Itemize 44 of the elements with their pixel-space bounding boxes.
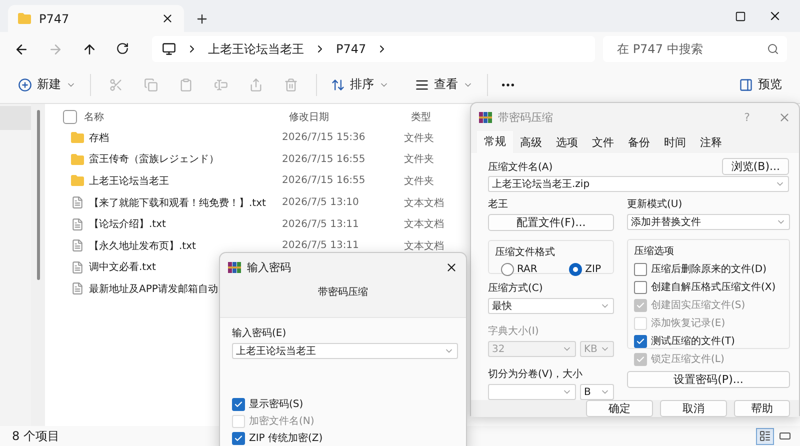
item-count: 8 个项目 bbox=[12, 428, 60, 444]
checkbox-label: 加密文件名(N) bbox=[249, 414, 314, 428]
field-label: 压缩方式(C) bbox=[488, 282, 544, 295]
radio-label: RAR bbox=[517, 264, 538, 275]
field-label: 老王 bbox=[488, 198, 509, 211]
type-cell-text: 文件夹 bbox=[404, 174, 435, 188]
file-name: 【来了就能下载和观看！纯免费！】.txt bbox=[89, 196, 266, 210]
file-name: 上老王论坛当老王 bbox=[89, 174, 169, 188]
field-label: 输入密码(E) bbox=[232, 326, 288, 340]
file-name: 存档 bbox=[89, 132, 109, 145]
checkbox-label: 创建自解压格式压缩文件(X) bbox=[651, 280, 776, 294]
date-cell-text: 2026/7/5 13:11 bbox=[282, 240, 360, 252]
checkbox-label: 添加恢复记录(E) bbox=[651, 316, 726, 330]
file-name: 【论坛介绍】.txt bbox=[89, 218, 166, 232]
file-name: 蛮王传奇（蛮族レジェンド） bbox=[89, 152, 219, 166]
dialog-subtitle: 带密码压缩 bbox=[318, 286, 368, 299]
file-name: 调中文必看.txt bbox=[89, 260, 156, 274]
checkbox-label: 测试压缩的文件(T) bbox=[651, 334, 735, 348]
dialog-title: 输入密码 bbox=[247, 260, 292, 274]
type-cell-text: 文本文档 bbox=[404, 218, 445, 232]
field-label: 字典大小(I) bbox=[488, 324, 540, 338]
type-cell-text: 文本文档 bbox=[404, 240, 445, 253]
date-cell-text: 2026/7/5 13:10 bbox=[282, 197, 360, 208]
date-cell-text: 2026/7/15 15:36 bbox=[282, 132, 366, 144]
file-name: 最新地址及APP请发邮箱自动 bbox=[89, 282, 218, 296]
dialog-title: 带密码压缩 bbox=[498, 110, 554, 124]
field-label: 更新模式(U) bbox=[627, 198, 684, 211]
type-cell-text: 文件夹 bbox=[404, 132, 435, 145]
group-label: 压缩选项 bbox=[634, 244, 675, 258]
date-cell-text: 2026/7/5 13:11 bbox=[282, 218, 360, 230]
date-cell-text: 2026/7/15 16:55 bbox=[282, 154, 366, 165]
field-label: 压缩文件名(A) bbox=[488, 160, 553, 174]
checkbox-label: 显示密码(S) bbox=[249, 398, 304, 411]
date-cell-text: 2026/7/15 16:55 bbox=[282, 175, 366, 186]
checkbox-label: ZIP 传统加密(Z) bbox=[249, 432, 323, 445]
type-cell-text: 文件夹 bbox=[404, 152, 435, 166]
checkbox-label: 锁定压缩文件(L) bbox=[651, 352, 724, 366]
checkbox-label: 压缩后删除原来的文件(D) bbox=[651, 262, 767, 276]
type-cell-text: 文本文档 bbox=[404, 196, 445, 210]
radio-label: ZIP bbox=[585, 264, 601, 275]
field-label: 切分为分卷(V)，大小 bbox=[488, 368, 584, 381]
file-name: 【永久地址发布页】.txt bbox=[89, 240, 196, 253]
group-label: 压缩文件格式 bbox=[495, 246, 556, 259]
checkbox-label: 创建固实压缩文件(S) bbox=[651, 298, 746, 312]
